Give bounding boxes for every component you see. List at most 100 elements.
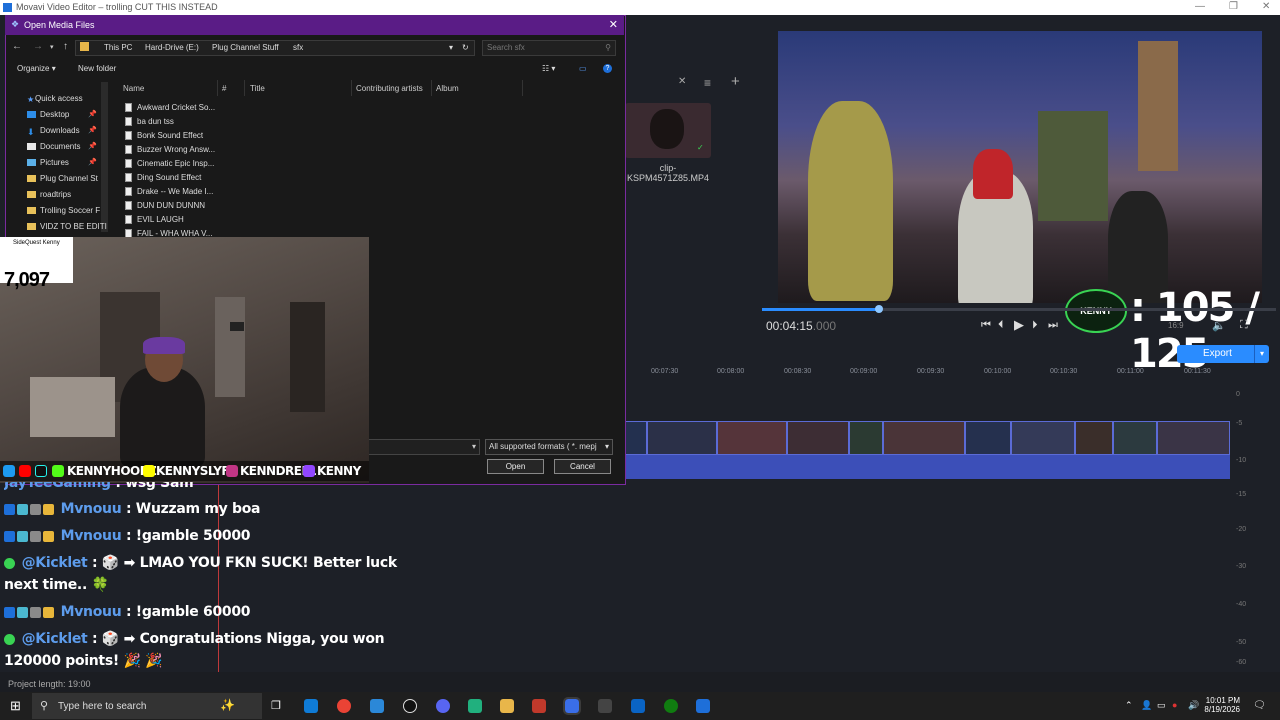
- video-clip[interactable]: [625, 421, 647, 455]
- col-album[interactable]: Album: [436, 84, 459, 93]
- minimize-button[interactable]: —: [1195, 1, 1205, 12]
- nav-desktop[interactable]: Desktop: [40, 110, 69, 119]
- open-button[interactable]: Open: [487, 459, 544, 474]
- volume-icon[interactable]: 🔈: [1212, 319, 1226, 332]
- view-options-icon[interactable]: ☷ ▾: [542, 64, 555, 73]
- address-dropdown-icon[interactable]: ▾: [449, 43, 453, 52]
- file-item[interactable]: Cinematic Epic Insp...: [137, 159, 214, 168]
- dialog-close-button[interactable]: ✕: [609, 18, 618, 31]
- search-input[interactable]: Search sfx ⚲: [482, 40, 616, 56]
- nav-folder[interactable]: VIDZ TO BE EDITI: [40, 222, 107, 231]
- video-clip[interactable]: [1011, 421, 1075, 455]
- file-item[interactable]: Awkward Cricket So...: [137, 103, 215, 112]
- video-clip[interactable]: [965, 421, 1011, 455]
- clear-search-icon[interactable]: ✕: [678, 76, 686, 87]
- start-icon[interactable]: ⊞: [10, 698, 21, 714]
- nav-folder[interactable]: Plug Channel St: [40, 174, 98, 183]
- aspect-ratio-select[interactable]: 16:9: [1168, 321, 1184, 330]
- system-clock[interactable]: 10:01 PM 8/19/2026: [1200, 696, 1240, 714]
- video-clip[interactable]: [717, 421, 787, 455]
- video-preview[interactable]: [778, 31, 1262, 303]
- copilot-icon[interactable]: [304, 699, 318, 713]
- cancel-button[interactable]: Cancel: [554, 459, 611, 474]
- col-name[interactable]: Name: [123, 84, 144, 93]
- video-clip[interactable]: [1113, 421, 1157, 455]
- nav-pictures[interactable]: Pictures: [40, 158, 69, 167]
- skip-end-icon[interactable]: ⏭: [1048, 319, 1058, 332]
- movavi-icon[interactable]: [563, 697, 581, 715]
- file-item[interactable]: Drake -- We Made I...: [137, 187, 213, 196]
- file-item[interactable]: ba dun tss: [137, 117, 174, 126]
- breadcrumb-drive[interactable]: Hard-Drive (E:): [145, 43, 199, 52]
- nav-folder[interactable]: Trolling Soccer F: [40, 206, 100, 215]
- close-button[interactable]: ✕: [1262, 1, 1270, 12]
- file-type-select[interactable]: All supported formats ( *. mepj ▾: [485, 439, 613, 455]
- prev-frame-icon[interactable]: ⏴: [998, 319, 1004, 332]
- scrub-handle[interactable]: [875, 305, 883, 313]
- forward-icon[interactable]: →: [33, 41, 43, 52]
- column-divider[interactable]: [217, 80, 218, 96]
- tray-app-icon[interactable]: ●: [1172, 700, 1177, 710]
- address-bar[interactable]: This PC Hard-Drive (E:) Plug Channel Stu…: [75, 40, 475, 56]
- network-icon[interactable]: ▭: [1157, 700, 1166, 711]
- file-item[interactable]: EVIL LAUGH: [137, 215, 184, 224]
- nav-documents[interactable]: Documents: [40, 142, 80, 151]
- chrome-icon[interactable]: [337, 699, 351, 713]
- obs-icon[interactable]: [403, 699, 417, 713]
- app-icon[interactable]: [468, 699, 482, 713]
- video-track-clips[interactable]: [625, 421, 1230, 455]
- restore-button[interactable]: ❐: [1229, 1, 1238, 12]
- video-clip[interactable]: [787, 421, 849, 455]
- taskbar-search[interactable]: ⚲ Type here to search ✨: [32, 693, 262, 719]
- new-folder-button[interactable]: New folder: [78, 64, 116, 73]
- refresh-icon[interactable]: ↻: [462, 43, 469, 52]
- tray-app-icon[interactable]: 👤: [1141, 700, 1152, 711]
- col-number[interactable]: #: [222, 84, 226, 93]
- voicemeeter-icon[interactable]: [532, 699, 546, 713]
- outlook-icon[interactable]: [631, 699, 645, 713]
- column-divider[interactable]: [244, 80, 245, 96]
- capcut-icon[interactable]: [598, 699, 612, 713]
- add-icon[interactable]: +: [731, 73, 740, 90]
- audio-waveform[interactable]: [625, 455, 1230, 479]
- notifications-icon[interactable]: 🗨: [1253, 700, 1266, 711]
- column-divider[interactable]: [431, 80, 432, 96]
- file-item[interactable]: Buzzer Wrong Answ...: [137, 145, 215, 154]
- video-clip[interactable]: [647, 421, 717, 455]
- app-icon[interactable]: [696, 699, 710, 713]
- organize-button[interactable]: Organize ▾: [17, 64, 56, 73]
- col-title[interactable]: Title: [250, 84, 265, 93]
- file-name-dropdown-icon[interactable]: ▾: [472, 442, 476, 451]
- file-item[interactable]: DUN DUN DUNNN: [137, 201, 205, 210]
- export-button[interactable]: Export ▾: [1177, 345, 1269, 363]
- back-icon[interactable]: ←: [12, 41, 22, 52]
- store-icon[interactable]: [370, 699, 384, 713]
- fullscreen-icon[interactable]: ⛶: [1240, 319, 1248, 332]
- sort-icon[interactable]: ≡: [704, 76, 711, 90]
- nav-scrollbar[interactable]: [101, 82, 108, 232]
- column-divider[interactable]: [522, 80, 523, 96]
- task-view-icon[interactable]: ❐: [271, 699, 281, 712]
- file-explorer-icon[interactable]: [500, 699, 514, 713]
- skip-start-icon[interactable]: ⏮: [981, 319, 991, 332]
- breadcrumb-sfx[interactable]: sfx: [293, 43, 303, 52]
- video-clip[interactable]: [1157, 421, 1230, 455]
- volume-icon[interactable]: 🔊: [1188, 700, 1199, 711]
- play-icon[interactable]: ▶: [1014, 317, 1024, 333]
- media-clip-thumbnail[interactable]: ✓: [625, 103, 711, 158]
- file-item[interactable]: Bonk Sound Effect: [137, 131, 203, 140]
- video-clip[interactable]: [883, 421, 965, 455]
- next-frame-icon[interactable]: ⏵: [1032, 319, 1038, 332]
- tray-chevron-icon[interactable]: ⌃: [1125, 700, 1133, 711]
- xbox-icon[interactable]: [664, 699, 678, 713]
- file-item[interactable]: Ding Sound Effect: [137, 173, 201, 182]
- video-clip[interactable]: [849, 421, 883, 455]
- breadcrumb-folder[interactable]: Plug Channel Stuff: [212, 43, 279, 52]
- breadcrumb-this-pc[interactable]: This PC: [104, 43, 132, 52]
- column-divider[interactable]: [351, 80, 352, 96]
- export-dropdown-icon[interactable]: ▾: [1254, 345, 1269, 363]
- file-name-input[interactable]: ▾: [368, 439, 480, 455]
- discord-icon[interactable]: [436, 699, 450, 713]
- preview-pane-icon[interactable]: ▭: [579, 64, 587, 73]
- nav-folder[interactable]: roadtrips: [40, 190, 71, 199]
